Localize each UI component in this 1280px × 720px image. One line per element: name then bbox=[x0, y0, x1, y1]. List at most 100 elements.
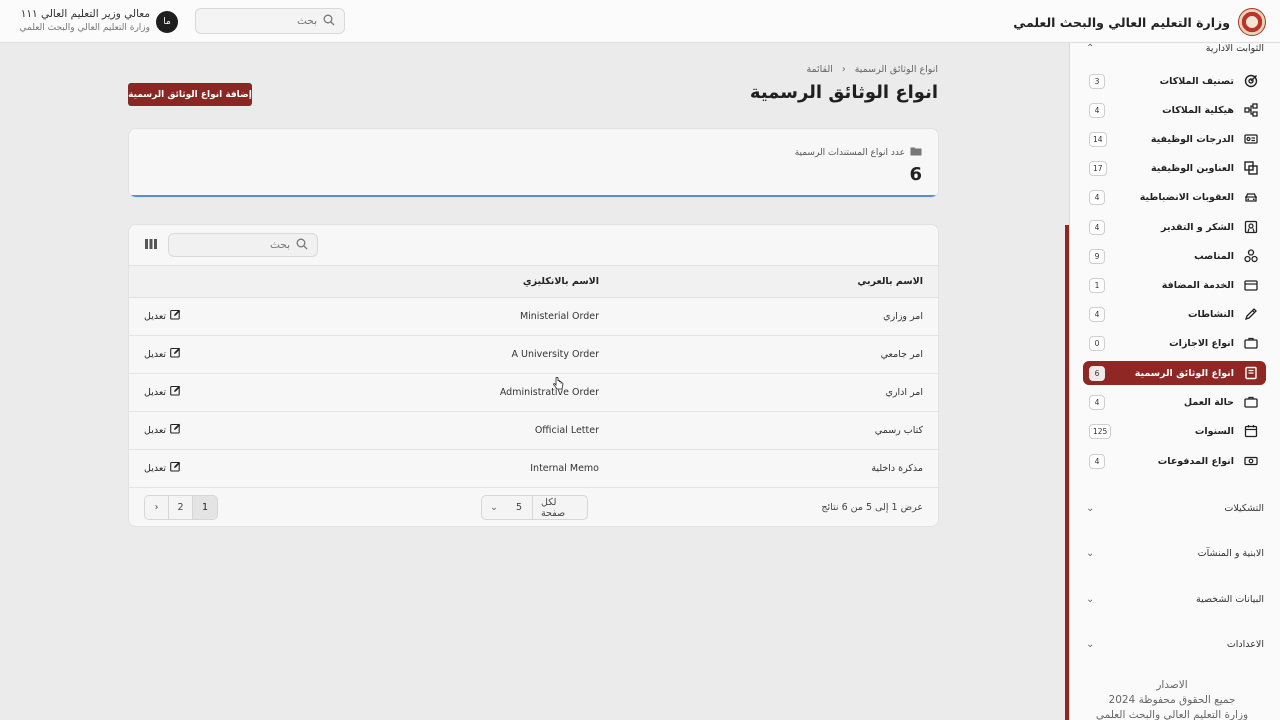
columns-icon[interactable] bbox=[145, 239, 157, 252]
page-1-button[interactable]: 1 bbox=[193, 496, 217, 519]
edit-label: تعديل bbox=[144, 386, 167, 398]
sidebar-item[interactable]: العقوبات الانضباطية 4 bbox=[1083, 185, 1266, 209]
money-icon bbox=[1242, 452, 1260, 470]
sidebar-group-buildings[interactable]: الابنية و المنشآت ⌄ bbox=[1086, 543, 1264, 563]
group-label: الابنية و المنشآت bbox=[1197, 547, 1264, 559]
sidebar-item-count: 125 bbox=[1089, 423, 1112, 439]
table-row: امر وزاري Ministerial Order تعديل bbox=[129, 298, 938, 336]
sidebar-section-administrative-constants[interactable]: الثوابت الادارية ⌃ bbox=[1086, 43, 1264, 58]
sidebar-item-label: العناوين الوظيفية bbox=[1150, 162, 1234, 174]
sidebar-item[interactable]: انواع الاجازات 0 bbox=[1083, 331, 1266, 355]
sidebar-item[interactable]: المناصب 9 bbox=[1083, 244, 1266, 268]
document-icon bbox=[1242, 364, 1260, 382]
breadcrumb: انواع الوثائق الرسمية › القائمة bbox=[806, 64, 938, 75]
search-icon bbox=[296, 238, 308, 253]
sidebar-item[interactable]: النشاطات 4 bbox=[1083, 302, 1266, 326]
sidebar-group-personal-data[interactable]: البيانات الشخصية ⌄ bbox=[1086, 589, 1264, 609]
stat-label: عدد انواع المستندات الرسمية bbox=[794, 147, 905, 158]
user-info[interactable]: معالي وزير التعليم العالي ١١١ وزارة التع… bbox=[18, 8, 150, 33]
edit-button[interactable]: تعديل bbox=[144, 309, 181, 323]
cell-english-name: Official Letter bbox=[534, 425, 599, 436]
sidebar-item-label: انواع الاجازات bbox=[1169, 337, 1234, 349]
sidebar-item-count: 3 bbox=[1089, 73, 1105, 89]
sidebar-item[interactable]: تصنيف الملاكات 3 bbox=[1083, 69, 1266, 93]
sidebar-item-count: 14 bbox=[1089, 131, 1107, 147]
header-english-name[interactable]: الاسم بالانكليزي bbox=[523, 276, 599, 287]
certificate-icon bbox=[1242, 218, 1260, 236]
sidebar-item-label: النشاطات bbox=[1188, 308, 1234, 320]
sidebar-item-label: العقوبات الانضباطية bbox=[1139, 191, 1234, 203]
next-page-button[interactable]: › bbox=[145, 496, 169, 519]
cell-english-name: Administrative Order bbox=[499, 387, 599, 398]
pagination-info: عرض 1 إلى 5 من 6 نتائج bbox=[821, 502, 923, 513]
per-page-label: لكل صفحة bbox=[532, 496, 587, 519]
sidebar-item-count: 1 bbox=[1089, 277, 1105, 293]
sidebar-item[interactable]: العناوين الوظيفية 17 bbox=[1083, 156, 1266, 180]
document-types-table: الاسم بالعربي الاسم بالانكليزي امر وزاري… bbox=[128, 224, 939, 527]
footer-rights: جميع الحقوق محفوظة 2024 bbox=[1108, 694, 1236, 706]
sidebar-item[interactable]: السنوات 125 bbox=[1083, 419, 1266, 443]
breadcrumb-current: انواع الوثائق الرسمية bbox=[854, 64, 938, 75]
edit-label: تعديل bbox=[144, 348, 167, 360]
avatar[interactable]: ما bbox=[156, 11, 178, 33]
edit-icon bbox=[170, 461, 181, 475]
edit-button[interactable]: تعديل bbox=[144, 385, 181, 399]
sidebar-group-formations[interactable]: التشكيلات ⌄ bbox=[1086, 498, 1264, 518]
sidebar-item-count: 17 bbox=[1089, 160, 1107, 176]
stat-value: 6 bbox=[909, 164, 922, 185]
user-name: معالي وزير التعليم العالي ١١١ bbox=[20, 8, 150, 20]
add-document-type-button[interactable]: إضافة انواع الوثائق الرسمية bbox=[128, 83, 252, 106]
sidebar: الثوابت الادارية ⌃ تصنيف الملاكات 3 هيكلية… bbox=[1069, 43, 1280, 720]
page-2-button[interactable]: 2 bbox=[169, 496, 193, 519]
car-icon bbox=[1242, 188, 1260, 206]
pagination: › 2 1 bbox=[144, 495, 218, 520]
sidebar-item[interactable]: الدرجات الوظيفية 14 bbox=[1083, 127, 1266, 151]
sidebar-item[interactable]: الخدمة المضافة 1 bbox=[1083, 273, 1266, 297]
cell-arabic-name: امر جامعي bbox=[880, 349, 923, 360]
page-title: انواع الوثائق الرسمية bbox=[749, 82, 938, 103]
table-row: مذكرة داخلية Internal Memo تعديل bbox=[129, 450, 938, 488]
table-search-input[interactable] bbox=[178, 239, 290, 251]
edit-button[interactable]: تعديل bbox=[144, 461, 181, 475]
cell-english-name: Internal Memo bbox=[530, 463, 599, 474]
sidebar-item-count: 4 bbox=[1089, 306, 1105, 322]
sidebar-item-label: الدرجات الوظيفية bbox=[1150, 133, 1234, 145]
group-label: الاعدادات bbox=[1226, 638, 1264, 650]
sidebar-item[interactable]: الشكر و التقدير 4 bbox=[1083, 215, 1266, 239]
id-card-icon bbox=[1242, 130, 1260, 148]
wallet-icon bbox=[1242, 276, 1260, 294]
briefcase-icon bbox=[1242, 393, 1260, 411]
top-search-input[interactable] bbox=[205, 15, 317, 27]
cell-english-name: Ministerial Order bbox=[519, 311, 599, 322]
table-row: امر اداري Administrative Order تعديل bbox=[129, 374, 938, 412]
sidebar-item-label: انواع المدفوعات bbox=[1157, 455, 1234, 467]
hierarchy-icon bbox=[1242, 101, 1260, 119]
sidebar-item[interactable]: انواع المدفوعات 4 bbox=[1083, 449, 1266, 473]
sidebar-item-label: السنوات bbox=[1194, 425, 1234, 437]
footer-version: الاصدار bbox=[1156, 679, 1188, 691]
top-search-box[interactable] bbox=[195, 8, 345, 34]
edit-icon bbox=[170, 423, 181, 437]
table-row: امر جامعي A University Order تعديل bbox=[129, 336, 938, 374]
edit-button[interactable]: تعديل bbox=[144, 423, 181, 437]
group-label: البيانات الشخصية bbox=[1195, 593, 1264, 605]
chevron-down-icon: ⌄ bbox=[1086, 502, 1095, 514]
per-page-select[interactable]: لكل صفحة 5 ⌄ bbox=[481, 495, 588, 520]
chevron-down-icon: ⌄ bbox=[1086, 547, 1095, 559]
chevron-down-icon: ⌄ bbox=[490, 502, 498, 513]
brand[interactable]: وزارة التعليم العالي والبحث العلمي bbox=[1013, 7, 1266, 37]
cell-arabic-name: مذكرة داخلية bbox=[871, 463, 923, 474]
sidebar-item[interactable]: انواع الوثائق الرسمية 6 bbox=[1083, 361, 1266, 385]
sidebar-item[interactable]: هيكلية الملاكات 4 bbox=[1083, 98, 1266, 122]
sidebar-group-settings[interactable]: الاعدادات ⌄ bbox=[1086, 634, 1264, 654]
breadcrumb-home-link[interactable]: القائمة bbox=[806, 64, 832, 75]
sidebar-item-label: تصنيف الملاكات bbox=[1159, 75, 1234, 87]
sidebar-footer: الاصدار جميع الحقوق محفوظة 2024 وزارة ال… bbox=[1080, 678, 1264, 720]
sidebar-item[interactable]: حالة العمل 4 bbox=[1083, 390, 1266, 414]
table-search-box[interactable] bbox=[168, 233, 318, 257]
edit-icon bbox=[170, 385, 181, 399]
edit-icon bbox=[170, 347, 181, 361]
top-bar: وزارة التعليم العالي والبحث العلمي ما مع… bbox=[0, 0, 1280, 43]
header-arabic-name[interactable]: الاسم بالعربي bbox=[857, 276, 923, 287]
edit-button[interactable]: تعديل bbox=[144, 347, 181, 361]
